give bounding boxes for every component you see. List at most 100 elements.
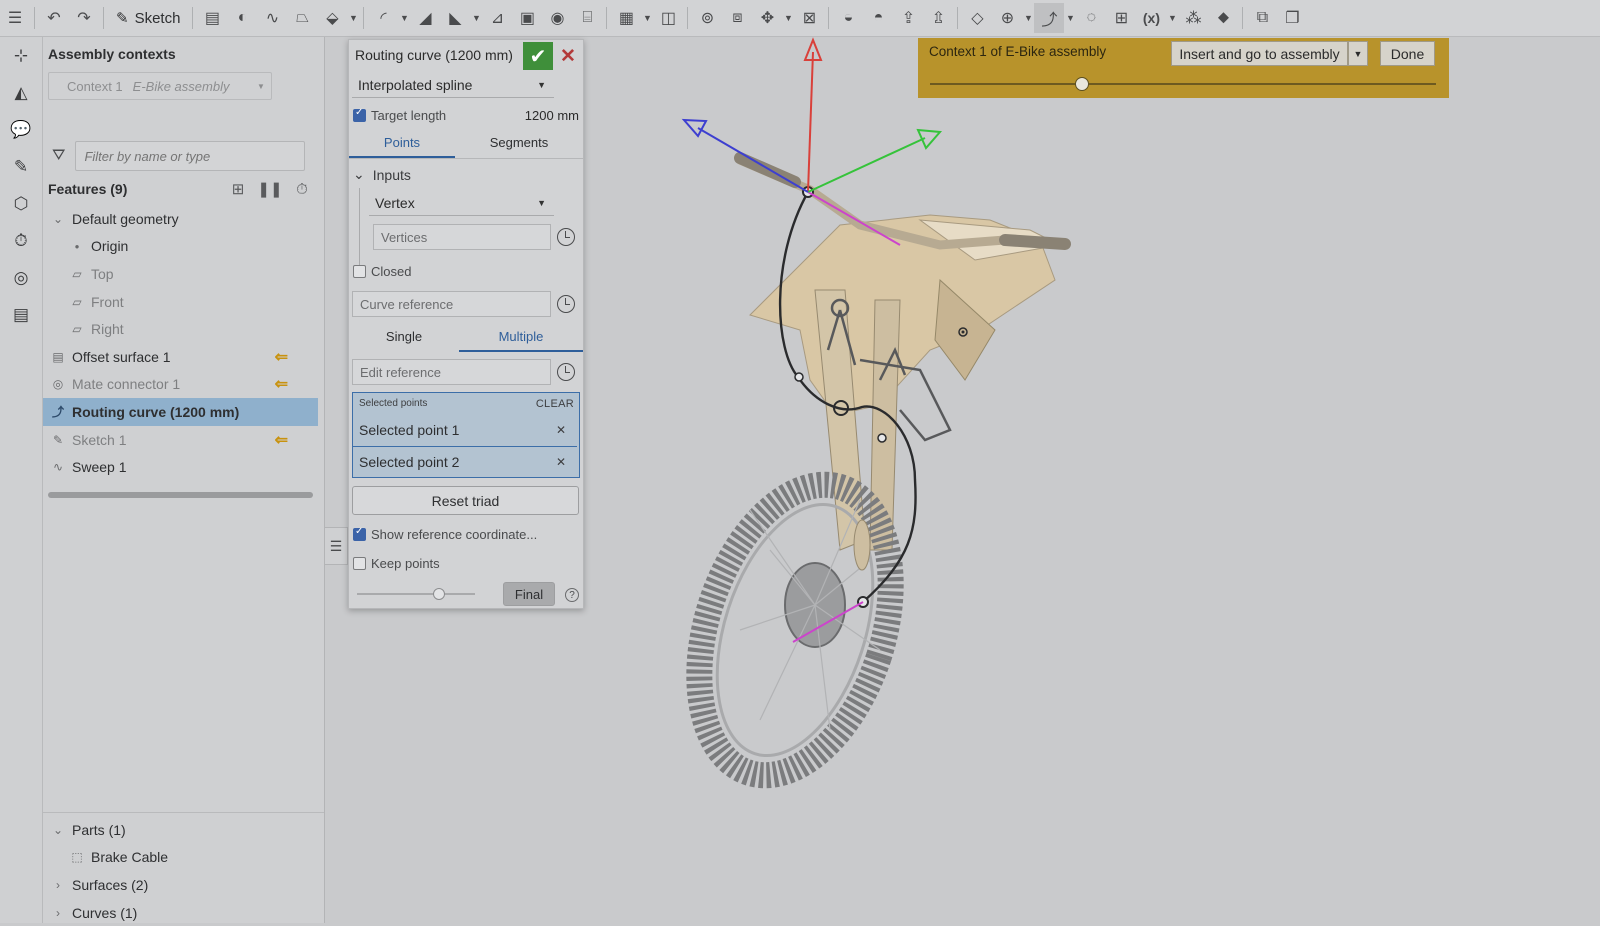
replace-face-icon[interactable]: ⇫ — [923, 3, 953, 33]
modify-fillet-icon[interactable]: ◒ — [833, 3, 863, 33]
tree-item-front-plane[interactable]: ▱ Front — [43, 288, 324, 316]
tree-item-top-plane[interactable]: ▱ Top — [43, 260, 324, 288]
add-folder-icon[interactable]: ⊞ — [222, 180, 254, 198]
tree-item-sketch[interactable]: ✎ Sketch 1 ⇐ — [43, 426, 324, 454]
thicken-icon[interactable]: ⬙ — [317, 3, 347, 33]
horizontal-scrollbar[interactable] — [48, 492, 313, 498]
tree-item-mate-connector[interactable]: ◎ Mate connector 1 ⇐ — [43, 371, 324, 399]
history-icon[interactable]: ⏱ — [0, 222, 42, 259]
cancel-button[interactable]: ✕ — [557, 42, 579, 70]
chamfer-icon[interactable]: ◢ — [410, 3, 440, 33]
3d-viewport[interactable] — [600, 30, 1600, 923]
loft-icon[interactable]: ⏢ — [287, 3, 317, 33]
delete-face-icon[interactable]: ◓ — [863, 3, 893, 33]
boolean-icon[interactable]: ⊚ — [692, 3, 722, 33]
notes-icon[interactable]: ✎ — [0, 148, 42, 185]
part-item-brake-cable[interactable]: ⬚ Brake Cable — [43, 844, 324, 872]
clear-button[interactable]: CLEAR — [536, 398, 574, 410]
tree-item-origin[interactable]: ● Origin — [43, 233, 324, 261]
delete-part-icon[interactable]: ⊠ — [794, 3, 824, 33]
show-reference-checkbox[interactable] — [353, 526, 366, 541]
context-slider-track[interactable] — [930, 83, 1436, 85]
chevron-down-icon[interactable]: ▼ — [1064, 13, 1076, 23]
extrude-icon[interactable]: ▤ — [197, 3, 227, 33]
add-feature-icon[interactable]: ⊹ — [0, 37, 42, 74]
chevron-down-icon[interactable]: ▼ — [347, 13, 359, 23]
tag-icon[interactable]: ⬥ — [1208, 3, 1238, 33]
move-face-icon[interactable]: ⇪ — [893, 3, 923, 33]
appearance-icon[interactable]: ◭ — [0, 74, 42, 111]
parts-group[interactable]: ⌄ Parts (1) — [43, 816, 324, 844]
chevron-right-icon[interactable]: › — [48, 878, 68, 892]
tab-points[interactable]: Points — [349, 135, 455, 158]
draft-icon[interactable]: ◣ — [440, 3, 470, 33]
rollback-slider-knob[interactable] — [433, 588, 445, 600]
routing-curve-icon[interactable]: ⤴ — [1034, 3, 1065, 33]
edit-reference-field[interactable]: Edit reference — [352, 359, 551, 385]
mirror-icon[interactable]: ◫ — [653, 3, 683, 33]
surfaces-group[interactable]: › Surfaces (2) — [43, 871, 324, 899]
mate-connector-icon[interactable]: ⊕ — [992, 3, 1022, 33]
closed-checkbox[interactable] — [353, 265, 366, 278]
filter-input[interactable] — [75, 141, 306, 171]
plane-icon[interactable]: ◇ — [962, 3, 992, 33]
selected-point-item[interactable]: Selected point 1 ✕ — [353, 415, 577, 445]
tree-item-right-plane[interactable]: ▱ Right — [43, 315, 324, 343]
helix-icon[interactable]: ◌ — [1076, 3, 1106, 33]
chevron-down-icon[interactable]: ▼ — [398, 13, 410, 23]
inputs-section-header[interactable]: ⌄ Inputs — [353, 166, 411, 183]
variable-icon[interactable]: (x) — [1136, 3, 1166, 33]
done-button[interactable]: Done — [1380, 41, 1435, 66]
feature-list-icon[interactable]: ☰ — [0, 3, 30, 33]
derived-icon[interactable]: ⧉ — [1247, 3, 1277, 33]
tree-item-sweep[interactable]: ∿ Sweep 1 — [43, 453, 324, 481]
curve-reference-field[interactable]: Curve reference — [352, 291, 551, 317]
chevron-down-icon[interactable]: ▼ — [1022, 13, 1034, 23]
assembly-context-icon[interactable]: ❐ — [1277, 3, 1307, 33]
reset-triad-button[interactable]: Reset triad — [352, 486, 579, 515]
confirm-button[interactable]: ✔ — [523, 42, 553, 70]
fillet-icon[interactable]: ◜ — [368, 3, 398, 33]
bom-icon[interactable]: ▤ — [0, 296, 42, 333]
history-clock-icon[interactable] — [557, 363, 575, 381]
insert-and-go-button[interactable]: Insert and go to assembly — [1171, 41, 1348, 66]
chevron-down-icon[interactable]: ▼ — [1166, 13, 1178, 23]
tab-segments[interactable]: Segments — [455, 135, 583, 158]
shell-icon[interactable]: ▣ — [512, 3, 542, 33]
chevron-down-icon[interactable]: ▼ — [470, 13, 482, 23]
triad-manipulator[interactable] — [681, 37, 943, 193]
tree-item-offset-surface[interactable]: ▤ Offset surface 1 ⇐ — [43, 343, 324, 371]
collapse-panel-tab[interactable]: ☰ — [325, 527, 348, 565]
remove-icon[interactable]: ✕ — [556, 423, 566, 437]
split-icon[interactable]: ⧈ — [722, 3, 752, 33]
chevron-down-icon[interactable]: ▼ — [641, 13, 653, 23]
pattern-icon[interactable]: ▦ — [611, 3, 641, 33]
selected-point-item[interactable]: Selected point 2 ✕ — [353, 447, 577, 477]
insert-icon[interactable]: ⊞ — [1106, 3, 1136, 33]
history-clock-icon[interactable] — [557, 228, 575, 246]
sketch-button[interactable]: ✎ Sketch — [108, 9, 188, 28]
pause-icon[interactable]: ❚❚ — [254, 180, 286, 198]
cylinder-icon[interactable]: ⌸ — [572, 3, 602, 33]
rollback-slider-track[interactable] — [357, 593, 475, 595]
transform-icon[interactable]: ✥ — [752, 3, 782, 33]
keep-points-checkbox[interactable] — [353, 557, 366, 570]
parts-icon[interactable]: ⬡ — [0, 185, 42, 222]
sweep-icon[interactable]: ∿ — [257, 3, 287, 33]
revolve-icon[interactable]: ◐ — [227, 3, 257, 33]
chevron-down-icon[interactable]: ⌄ — [48, 212, 68, 226]
history-clock-icon[interactable] — [557, 295, 575, 313]
curve-point-handle[interactable] — [877, 433, 887, 443]
tree-item-default-geometry[interactable]: ⌄ Default geometry — [43, 205, 324, 233]
target-length-input[interactable]: 1200 mm — [525, 108, 579, 123]
filter-icon[interactable]: ⛛ — [52, 147, 65, 165]
undo-icon[interactable]: ↶ — [39, 3, 69, 33]
curve-type-select[interactable]: Interpolated spline ▼ — [352, 72, 554, 98]
chevron-down-icon[interactable]: ▼ — [782, 13, 794, 23]
remove-icon[interactable]: ✕ — [556, 455, 566, 469]
target-length-checkbox[interactable] — [353, 107, 366, 122]
analysis-icon[interactable]: ◎ — [0, 259, 42, 296]
final-button[interactable]: Final — [503, 582, 555, 606]
rib-icon[interactable]: ⊿ — [482, 3, 512, 33]
configurations-icon[interactable]: ⁂ — [1178, 3, 1208, 33]
